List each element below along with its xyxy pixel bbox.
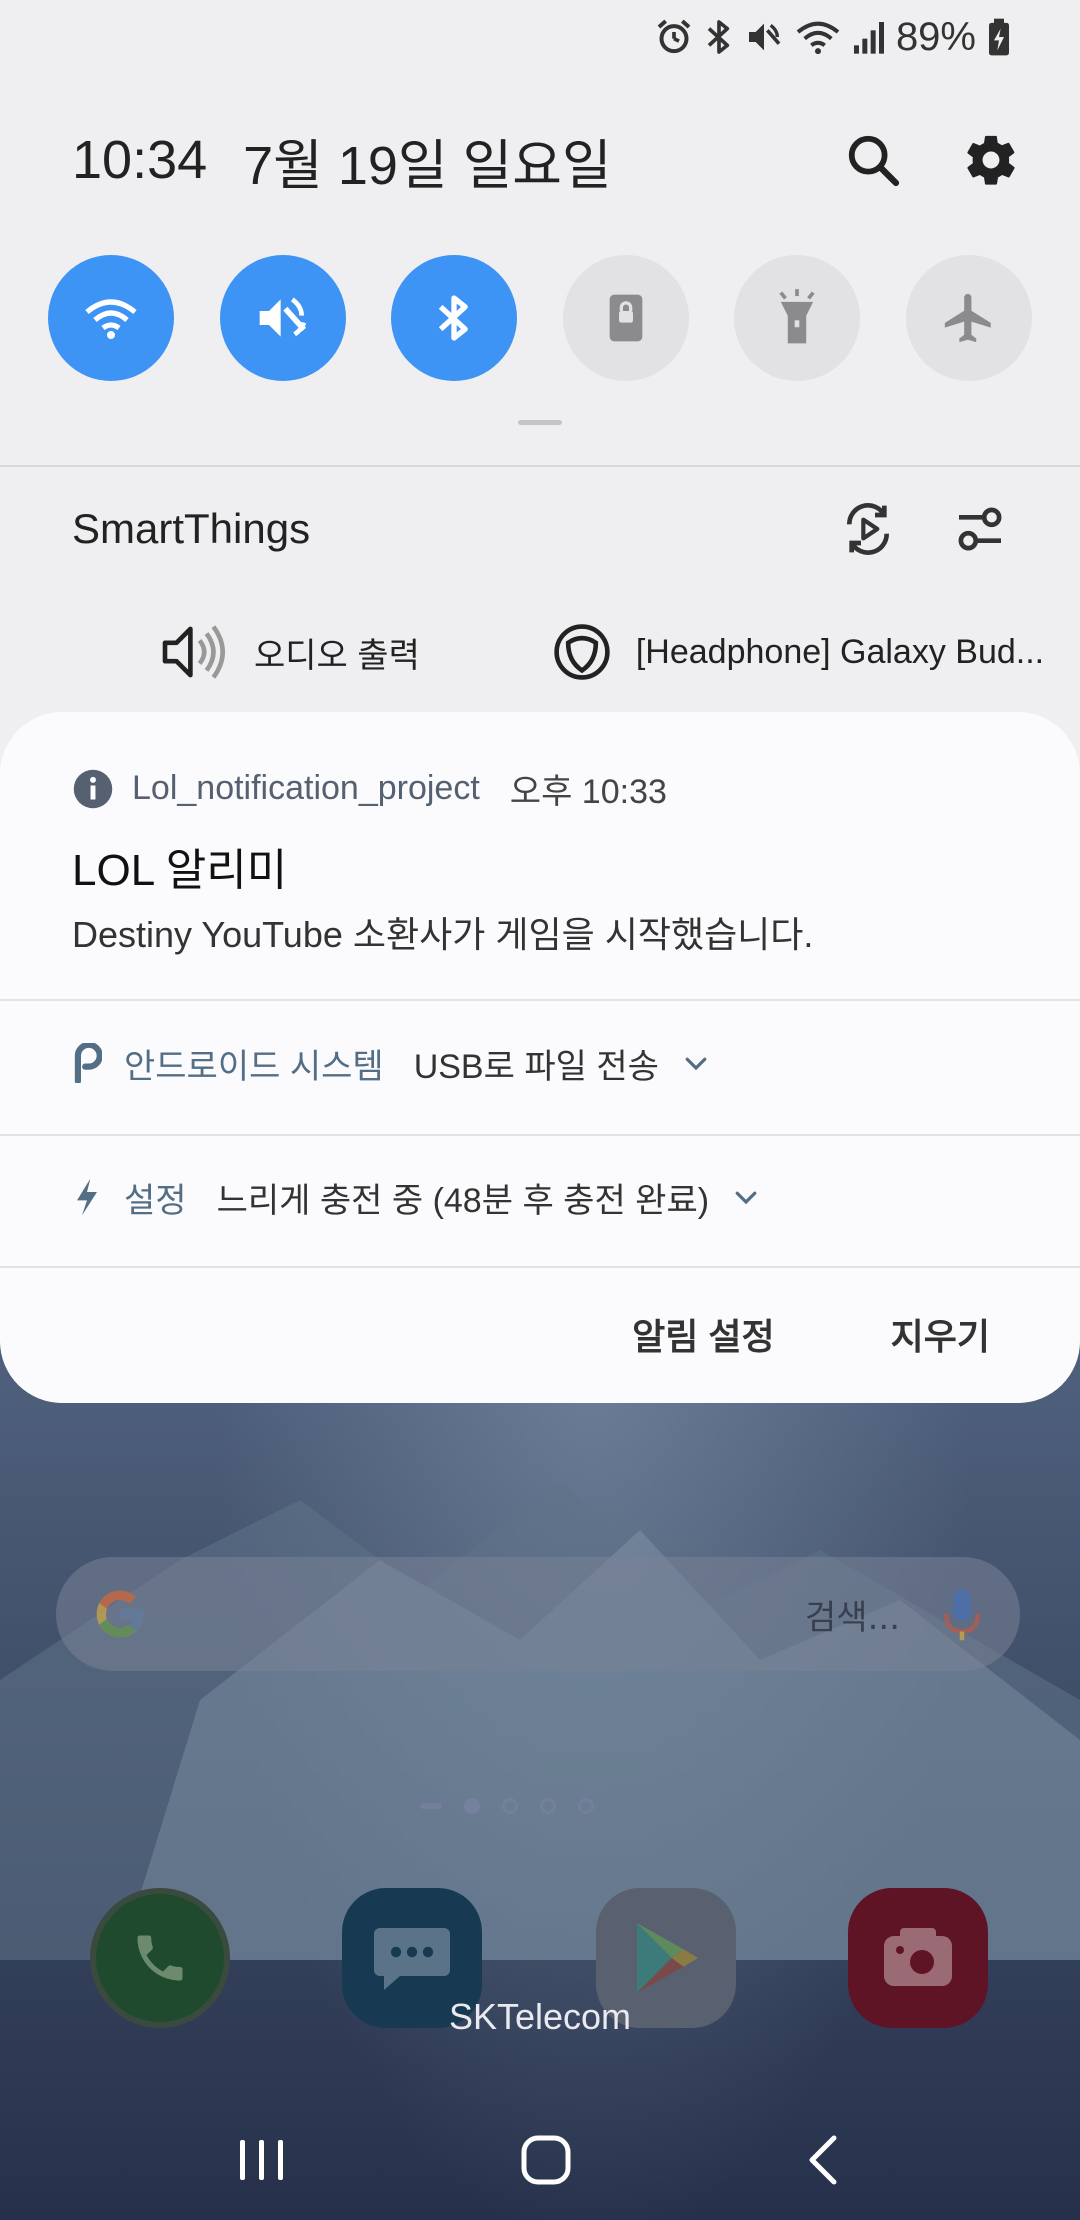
qs-mute-toggle[interactable]: [219, 255, 346, 381]
notification-time: 오후 10:33: [509, 773, 667, 811]
drag-handle[interactable]: [518, 420, 562, 425]
notification-card: Lol_notification_project 오후 10:33 LOL 알리…: [0, 712, 1080, 1403]
alarm-icon: [657, 19, 691, 54]
notification-separator: [0, 1266, 1080, 1268]
lock-icon: [609, 294, 643, 342]
date[interactable]: 7월 19일 일요일: [243, 121, 612, 200]
header-icons: [844, 131, 1020, 189]
notification-header: Lol_notification_project 오후 10:33: [72, 764, 667, 813]
devices-settings-icon[interactable]: [952, 501, 1008, 557]
home-icon[interactable]: [520, 2134, 572, 2186]
bluetooth-icon: [707, 20, 730, 54]
notification-app-name: Lol_notification_project: [132, 769, 480, 807]
recent-apps-icon[interactable]: [236, 2136, 288, 2184]
carrier-label: SKTelecom: [448, 1996, 632, 2037]
status-bar: 89%: [654, 12, 1012, 62]
notification-shade: 89% 10:34 7월 19일 일요일 SmartThings 오디오 출력 …: [0, 0, 1080, 1403]
earbuds-icon: [554, 624, 610, 680]
notification-app-name: 설정: [124, 1181, 187, 1220]
qs-airplane-toggle[interactable]: [905, 255, 1032, 381]
battery-charging-icon: [989, 18, 1009, 56]
mute-icon: [259, 297, 306, 337]
back-icon[interactable]: [804, 2134, 844, 2186]
wifi-icon: [85, 299, 137, 339]
battery-percentage: 89%: [895, 14, 976, 59]
notification-text: 느리게 충전 중 (48분 후 충전 완료): [216, 1181, 710, 1220]
speaker-icon: [162, 625, 225, 679]
navigation-bar: [0, 2100, 1080, 2220]
qs-flashlight-toggle[interactable]: [734, 255, 861, 381]
chevron-down-icon[interactable]: [731, 1182, 761, 1212]
page-dot: [540, 1798, 556, 1814]
page-dot: [578, 1798, 594, 1814]
headphone-device-label: [Headphone] Galaxy Bud...: [635, 632, 1045, 671]
notification-app-name: 안드로이드 시스템: [124, 1047, 384, 1086]
chevron-down-icon[interactable]: [681, 1048, 711, 1078]
notification-settings-charging[interactable]: 설정 느리게 충전 중 (48분 후 충전 완료): [72, 1160, 761, 1234]
notification-title[interactable]: LOL 알리미: [72, 834, 287, 898]
lightning-icon: [77, 1178, 97, 1216]
notification-actions: 알림 설정 지우기: [632, 1308, 990, 1360]
gear-icon[interactable]: [962, 131, 1020, 189]
page-dot: [502, 1798, 518, 1814]
smartthings-title[interactable]: SmartThings: [72, 505, 310, 553]
phone-icon: [137, 1935, 183, 1981]
page-dot-active: [464, 1798, 480, 1814]
notification-android-system[interactable]: 안드로이드 시스템 USB로 파일 전송: [72, 1026, 711, 1100]
quick-settings: [48, 255, 1032, 381]
search-icon[interactable]: [844, 131, 902, 189]
search-hint: 검색...: [805, 1597, 900, 1638]
shade-header: 10:34 7월 19일 일요일: [72, 120, 1020, 200]
microphone-icon[interactable]: [940, 1586, 984, 1642]
camera-icon: [884, 1928, 952, 1986]
page-indicator: [420, 1798, 594, 1814]
info-icon: [73, 769, 113, 808]
mountain-wallpaper-art: [0, 1480, 1080, 1960]
chat-bubble-icon: [374, 1928, 450, 1990]
mute-icon: [748, 23, 781, 51]
clear-all-button[interactable]: 지우기: [891, 1308, 990, 1360]
play-store-icon: [636, 1923, 699, 1993]
google-logo-icon: [96, 1590, 144, 1638]
qs-lock-toggle[interactable]: [562, 255, 689, 381]
smartthings-header: SmartThings: [72, 490, 1008, 568]
qs-bluetooth-toggle[interactable]: [391, 255, 518, 381]
notification-settings-button[interactable]: 알림 설정: [632, 1308, 774, 1360]
notification-text: USB로 파일 전송: [413, 1047, 659, 1086]
signal-icon: [853, 22, 884, 54]
notification-separator: [0, 999, 1080, 1001]
airplane-icon: [944, 293, 991, 343]
android-system-icon: [74, 1043, 102, 1083]
audio-output-button[interactable]: 오디오 출력: [160, 622, 420, 682]
google-search-bar[interactable]: 검색...: [56, 1557, 1020, 1671]
audio-output-label: 오디오 출력: [254, 636, 420, 675]
smartthings-icons: [840, 501, 1008, 557]
bluetooth-icon: [439, 295, 468, 341]
headphone-device-button[interactable]: [Headphone] Galaxy Bud...: [552, 622, 1044, 682]
divider: [0, 465, 1080, 467]
notification-separator: [0, 1134, 1080, 1136]
smartthings-media-row: 오디오 출력 [Headphone] Galaxy Bud...: [160, 612, 1044, 692]
clock: 10:34: [72, 130, 208, 190]
flashlight-icon: [779, 289, 815, 344]
media-sync-icon[interactable]: [840, 501, 896, 557]
home-page-dot: [420, 1803, 442, 1809]
notification-body[interactable]: Destiny YouTube 소환사가 게임을 시작했습니다.: [72, 906, 813, 958]
wifi-icon: [796, 21, 840, 55]
qs-wifi-toggle[interactable]: [48, 255, 174, 381]
